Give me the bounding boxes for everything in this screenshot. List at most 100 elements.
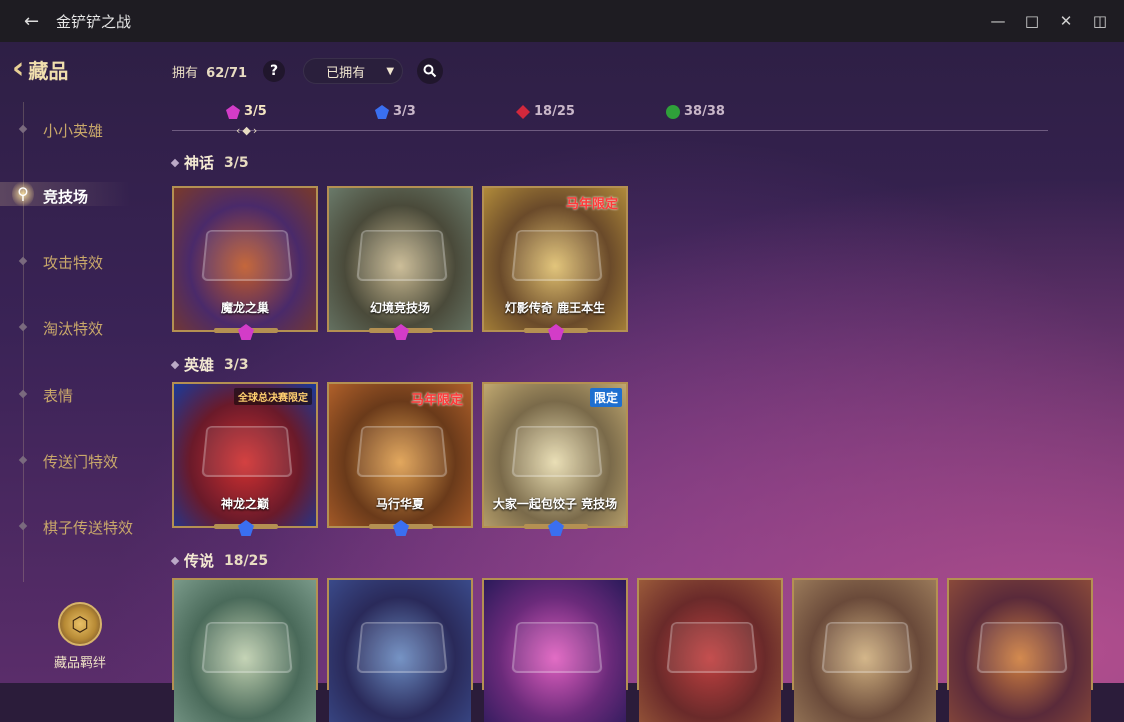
ownership-filter-dropdown[interactable]: 已拥有 ▼ [303,58,404,84]
arena-marker-icon: ⚲ [12,181,34,207]
board-illustration [201,426,293,477]
bullet-icon [18,322,28,332]
rarity-gem-icon [393,324,409,340]
arena-card[interactable] [172,578,318,722]
arena-card[interactable]: 魔龙之巢 [172,186,318,340]
sidebar-item-little-legends[interactable]: 小小英雄 [0,114,150,144]
arena-name: 幻境竞技场 [369,301,430,315]
sidebar-item-label: 竞技场 [43,188,89,206]
limited-badge: 限定 [589,388,622,407]
bullet-icon [18,455,28,465]
owned-count: 62/71 [206,65,248,81]
owned-counter: 拥有 62/71 [172,62,247,81]
sidebar-divider [23,102,24,582]
section-count: 3/5 [224,154,249,171]
arena-card[interactable]: 马年限定灯影传奇 鹿王本生 [482,186,628,340]
close-icon[interactable]: ✕ [1056,12,1076,30]
title-bar: ← 金铲铲之战 — □ ✕ ◫ [0,0,1124,42]
sidebar-item-elimination-effects[interactable]: 淘汰特效 [0,312,150,342]
sidebar: ‹ 藏品 小小英雄 ⚲ 竞技场 攻击特效 淘汰特效 表情 传送门特效 棋子传送特… [0,42,150,683]
maximize-icon[interactable]: □ [1022,12,1042,30]
window-controls: — □ ✕ ◫ [988,0,1110,42]
tab-hero[interactable]: 3/3 [375,104,416,119]
arena-card[interactable] [482,578,628,722]
sidebar-toggle-icon[interactable]: ◫ [1090,12,1110,30]
collection-bond-button[interactable]: ⬡ 藏品羁绊 [50,602,110,671]
board-illustration [511,230,603,281]
search-button[interactable] [417,58,444,84]
board-illustration [201,622,293,673]
rarity-gem-icon [548,324,564,340]
sidebar-item-emotes[interactable]: 表情 [0,379,150,409]
arena-card[interactable]: 全球总决赛限定神龙之巅 [172,382,318,536]
sidebar-item-label: 棋子传送特效 [43,519,134,537]
bullet-icon [18,389,28,399]
board-illustration [356,230,448,281]
arena-card[interactable]: 限定大家一起包饺子 竞技场 [482,382,628,536]
sidebar-item-portal-effects[interactable]: 传送门特效 [0,445,150,475]
arena-name: 神龙之巅 [220,497,269,511]
arena-card[interactable] [637,578,783,722]
filter-value: 已拥有 [326,65,366,81]
limited-badge: 全球总决赛限定 [234,388,312,405]
arena-card[interactable] [947,578,1093,722]
section-header-hero: 英雄 3/3 [170,354,249,375]
tab-mythic[interactable]: 3/5 [226,104,267,119]
hero-gem-icon [375,104,389,119]
tab-hero-count: 3/3 [393,104,416,119]
bullet-icon [18,256,28,266]
tab-legend[interactable]: 18/25 [516,104,575,119]
section-title: 神话 [184,154,215,172]
minimize-icon[interactable]: — [988,12,1008,30]
arena-card[interactable]: 马年限定 马行华夏 [327,382,473,536]
owned-label: 拥有 [172,65,199,81]
arena-name: 魔龙之巢 [220,301,269,315]
rarity-gem-icon [548,520,564,536]
board-illustration [201,230,293,281]
mythic-gem-icon [226,104,240,119]
bullet-icon [18,521,28,531]
back-arrow-icon[interactable]: ← [24,11,48,32]
tab-mythic-count: 3/5 [244,104,267,119]
section-diamond-icon [170,158,180,167]
arena-card[interactable] [792,578,938,722]
honeycomb-icon: ⬡ [58,602,102,646]
tab-epic[interactable]: 38/38 [666,104,725,119]
sidebar-item-label: 攻击特效 [43,254,104,272]
section-title: 英雄 [184,356,215,374]
epic-orb-icon [666,104,680,119]
help-icon[interactable]: ? [263,60,286,82]
arena-name: 大家一起包饺子 竞技场 [492,497,618,511]
chevron-down-icon: ▼ [386,65,395,77]
collection-bond-label: 藏品羁绊 [53,656,106,671]
arena-name: 灯影传奇 鹿王本生 [504,301,606,315]
section-count: 3/3 [224,356,249,373]
arena-card[interactable]: 幻境竞技场 [327,186,473,340]
window-title: 金铲铲之战 [56,12,132,31]
sidebar-item-label: 传送门特效 [43,453,119,471]
rarity-gem-icon [238,324,254,340]
main-area: ‹ 藏品 小小英雄 ⚲ 竞技场 攻击特效 淘汰特效 表情 传送门特效 棋子传送特… [0,42,1124,722]
active-tab-indicator-icon: ‹◆› [236,124,260,137]
legend-gem-icon [516,104,530,119]
arena-name: 马行华夏 [375,497,424,511]
board-illustration [821,622,913,673]
board-illustration [356,426,448,477]
tab-epic-count: 38/38 [684,104,725,119]
board-illustration [976,622,1068,673]
sidebar-item-piece-teleport-effects[interactable]: 棋子传送特效 [0,511,150,541]
board-illustration [356,622,448,673]
tab-legend-count: 18/25 [534,104,575,119]
limited-badge: 马年限定 [565,197,618,212]
board-illustration [666,622,758,673]
sidebar-item-attack-effects[interactable]: 攻击特效 [0,246,150,276]
section-count: 18/25 [224,552,269,569]
sidebar-header[interactable]: ‹ 藏品 [12,54,68,84]
arena-card[interactable] [327,578,473,722]
back-chevron-icon[interactable]: ‹ [12,54,24,84]
toolbar: 拥有 62/71 ? 已拥有 ▼ [172,58,444,84]
bullet-icon [18,124,28,134]
tabs-underline [172,130,1048,131]
board-illustration [511,426,603,477]
sidebar-item-arena[interactable]: ⚲ 竞技场 [0,180,150,210]
